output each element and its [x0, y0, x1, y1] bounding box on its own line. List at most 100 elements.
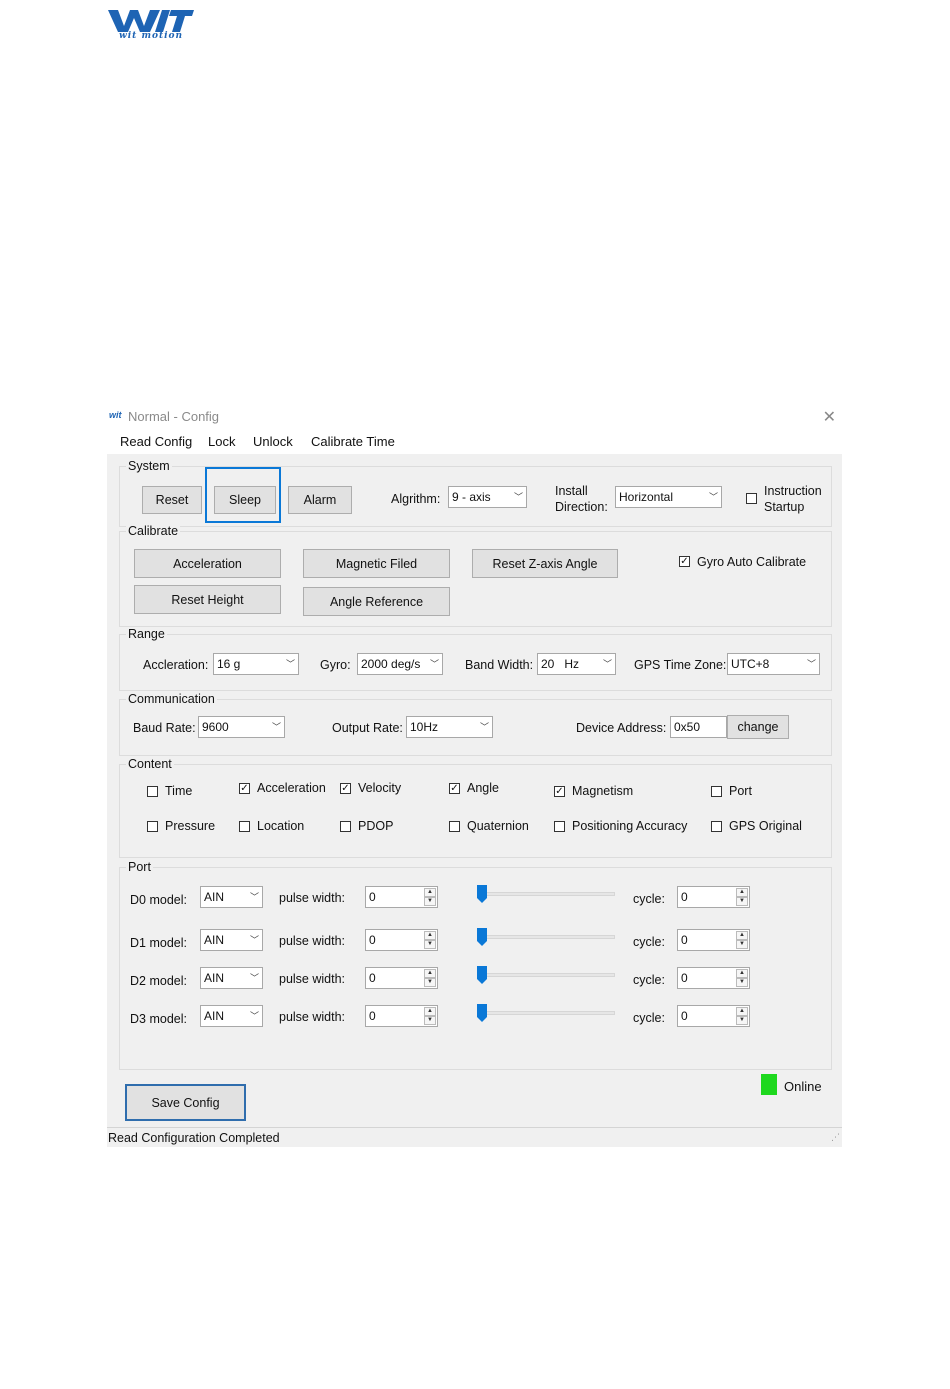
pulse-slider-thumb[interactable] [477, 885, 487, 903]
app-icon: wit [109, 410, 122, 420]
alarm-button[interactable]: Alarm [288, 486, 352, 514]
spin-down-icon[interactable]: ▼ [424, 978, 436, 987]
content-checkbox[interactable]: ✓ [340, 783, 351, 794]
band-width-select[interactable]: 20 Hz ﹀ [537, 653, 616, 675]
content-checkbox[interactable] [554, 821, 565, 832]
spin-down-icon[interactable]: ▼ [424, 940, 436, 949]
pulse-width-label: pulse width: [279, 891, 346, 905]
content-checkbox[interactable] [711, 821, 722, 832]
spin-up-icon[interactable]: ▲ [424, 888, 436, 897]
system-title: System [126, 459, 172, 473]
port-mode-select[interactable]: AIN ﹀ [200, 967, 263, 989]
pulse-slider-track[interactable] [483, 935, 615, 939]
spin-down-icon[interactable]: ▼ [424, 897, 436, 906]
title-bar: wit Normal - Config ✕ [107, 404, 842, 430]
spin-down-icon[interactable]: ▼ [736, 897, 748, 906]
cycle-label: cycle: [633, 892, 665, 906]
pulse-slider-thumb[interactable] [477, 966, 487, 984]
online-indicator [761, 1074, 777, 1095]
accel-range-select[interactable]: 16 g ﹀ [213, 653, 299, 675]
cycle-label: cycle: [633, 935, 665, 949]
device-address-label: Device Address: [576, 721, 667, 735]
pulse-slider-track[interactable] [483, 973, 615, 977]
pulse-width-spinner[interactable]: 0 ▲ ▼ [365, 967, 438, 989]
cycle-value: 0 [681, 971, 688, 985]
content-checkbox[interactable]: ✓ [554, 786, 565, 797]
sleep-button[interactable]: Sleep [214, 486, 276, 514]
device-address-input[interactable]: 0x50 [670, 716, 727, 738]
spin-up-icon[interactable]: ▲ [424, 969, 436, 978]
pulse-slider-track[interactable] [483, 892, 615, 896]
port-mode-select[interactable]: AIN ﹀ [200, 886, 263, 908]
spin-up-icon[interactable]: ▲ [424, 1007, 436, 1016]
content-checkbox-label: Quaternion [467, 819, 529, 833]
online-label: Online [784, 1079, 822, 1094]
instruction-startup-checkbox[interactable] [746, 493, 757, 504]
status-text: Read Configuration Completed [108, 1131, 280, 1145]
spin-down-icon[interactable]: ▼ [736, 940, 748, 949]
magnetic-filed-button[interactable]: Magnetic Filed [303, 549, 450, 578]
change-address-button[interactable]: change [727, 715, 789, 739]
port-mode-select[interactable]: AIN ﹀ [200, 929, 263, 951]
instruction-label-2: Startup [764, 500, 805, 514]
port-model-label: D1 model: [130, 936, 187, 950]
content-title: Content [126, 757, 174, 771]
spin-up-icon[interactable]: ▲ [424, 931, 436, 940]
gyro-range-select[interactable]: 2000 deg/s ﹀ [357, 653, 443, 675]
algorithm-label: Algrithm: [391, 492, 441, 506]
content-checkbox[interactable]: ✓ [449, 783, 460, 794]
algorithm-select[interactable]: 9 - axis ﹀ [448, 486, 527, 508]
save-config-button[interactable]: Save Config [125, 1084, 246, 1121]
menu-unlock[interactable]: Unlock [253, 434, 293, 449]
communication-title: Communication [126, 692, 217, 706]
menu-lock[interactable]: Lock [208, 434, 235, 449]
pulse-width-spinner[interactable]: 0 ▲ ▼ [365, 886, 438, 908]
pulse-width-spinner[interactable]: 0 ▲ ▼ [365, 929, 438, 951]
pulse-slider-track[interactable] [483, 1011, 615, 1015]
content-checkbox[interactable] [147, 786, 158, 797]
cycle-spinner[interactable]: 0 ▲ ▼ [677, 886, 750, 908]
acceleration-calibrate-button[interactable]: Acceleration [134, 549, 281, 578]
output-rate-select[interactable]: 10Hz ﹀ [406, 716, 493, 738]
pulse-slider-thumb[interactable] [477, 928, 487, 946]
install-direction-select[interactable]: Horizontal ﹀ [615, 486, 722, 508]
pulse-width-spinner[interactable]: 0 ▲ ▼ [365, 1005, 438, 1027]
menu-read-config[interactable]: Read Config [120, 434, 192, 449]
reset-z-axis-angle-button[interactable]: Reset Z-axis Angle [472, 549, 618, 578]
content-checkbox[interactable] [147, 821, 158, 832]
content-checkbox[interactable] [711, 786, 722, 797]
spin-up-icon[interactable]: ▲ [736, 1007, 748, 1016]
spin-down-icon[interactable]: ▼ [736, 978, 748, 987]
reset-button[interactable]: Reset [142, 486, 202, 514]
cycle-spinner[interactable]: 0 ▲ ▼ [677, 1005, 750, 1027]
resize-grip-icon[interactable]: ⋰ [831, 1132, 840, 1143]
install-label-1: Install [555, 484, 588, 498]
baud-rate-select[interactable]: 9600 ﹀ [198, 716, 285, 738]
content-checkbox[interactable] [449, 821, 460, 832]
gyro-auto-calibrate-checkbox[interactable]: ✓ [679, 556, 690, 567]
reset-height-button[interactable]: Reset Height [134, 585, 281, 614]
gps-time-zone-select[interactable]: UTC+8 ﹀ [727, 653, 820, 675]
port-model-label: D3 model: [130, 1012, 187, 1026]
content-checkbox[interactable]: ✓ [239, 783, 250, 794]
pulse-width-value: 0 [369, 933, 376, 947]
spin-up-icon[interactable]: ▲ [736, 969, 748, 978]
pulse-slider-thumb[interactable] [477, 1004, 487, 1022]
spin-down-icon[interactable]: ▼ [736, 1016, 748, 1025]
port-mode-select[interactable]: AIN ﹀ [200, 1005, 263, 1027]
chevron-down-icon: ﹀ [708, 492, 718, 502]
spin-up-icon[interactable]: ▲ [736, 931, 748, 940]
install-direction-value: Horizontal [619, 490, 674, 504]
content-checkbox[interactable] [239, 821, 250, 832]
output-rate-label: Output Rate: [332, 721, 403, 735]
content-checkbox[interactable] [340, 821, 351, 832]
gps-time-zone-label: GPS Time Zone: [634, 658, 727, 672]
menu-calibrate-time[interactable]: Calibrate Time [311, 434, 395, 449]
spin-down-icon[interactable]: ▼ [424, 1016, 436, 1025]
close-icon[interactable]: ✕ [823, 407, 836, 427]
content-checkbox-label: Pressure [165, 819, 216, 833]
cycle-spinner[interactable]: 0 ▲ ▼ [677, 929, 750, 951]
angle-reference-button[interactable]: Angle Reference [303, 587, 450, 616]
cycle-spinner[interactable]: 0 ▲ ▼ [677, 967, 750, 989]
spin-up-icon[interactable]: ▲ [736, 888, 748, 897]
